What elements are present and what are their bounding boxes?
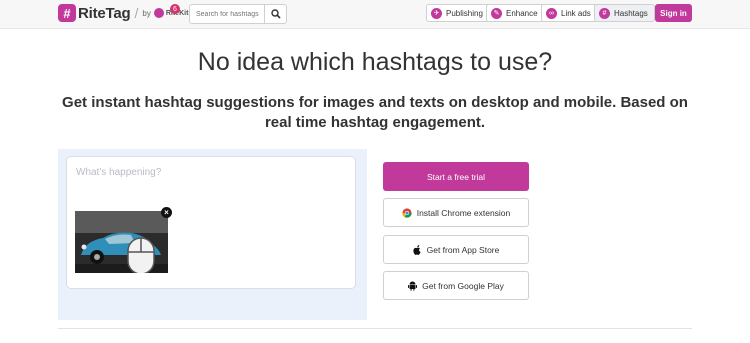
search-icon bbox=[270, 9, 281, 19]
nav-link-ads[interactable]: ∞ Link ads bbox=[541, 4, 598, 22]
hashtag-logo-icon: # bbox=[58, 4, 76, 22]
by-label: by bbox=[142, 8, 151, 18]
section-divider bbox=[58, 328, 692, 329]
ritetag-logo[interactable]: # RiteTag / by RiteKit bbox=[58, 4, 188, 22]
google-play-label: Get from Google Play bbox=[422, 280, 504, 291]
install-chrome-button[interactable]: Install Chrome extension bbox=[383, 198, 529, 227]
logo-text: RiteTag bbox=[78, 4, 131, 22]
notification-badge[interactable]: 6 bbox=[170, 4, 180, 14]
remove-image-icon[interactable]: × bbox=[161, 207, 172, 218]
install-chrome-label: Install Chrome extension bbox=[416, 207, 511, 218]
start-free-trial-label: Start a free trial bbox=[426, 171, 486, 182]
nav-link-ads-label: Link ads bbox=[561, 8, 591, 18]
link-ads-icon: ∞ bbox=[546, 7, 557, 19]
search-input[interactable] bbox=[190, 5, 264, 23]
nav-enhance-label: Enhance bbox=[506, 8, 538, 18]
hashtags-icon: # bbox=[599, 7, 610, 19]
start-free-trial-button[interactable]: Start a free trial bbox=[383, 162, 529, 191]
search-box bbox=[189, 4, 287, 24]
logo-separator: / bbox=[134, 5, 139, 21]
search-button[interactable] bbox=[264, 5, 286, 23]
app-store-button[interactable]: Get from App Store bbox=[383, 235, 529, 264]
top-navbar: # RiteTag / by RiteKit 6 ✈ Publishing ✎ … bbox=[0, 0, 750, 29]
page-title: No idea which hashtags to use? bbox=[197, 48, 553, 76]
nav-hashtags[interactable]: # Hashtags bbox=[594, 4, 655, 22]
nav-publishing-label: Publishing bbox=[446, 8, 483, 18]
nav-enhance[interactable]: ✎ Enhance bbox=[486, 4, 545, 22]
attached-image bbox=[75, 211, 168, 273]
mouse-cursor-icon bbox=[127, 237, 155, 273]
chrome-icon bbox=[402, 207, 412, 218]
android-icon bbox=[408, 281, 418, 291]
publishing-icon: ✈ bbox=[431, 7, 442, 19]
compose-box[interactable]: What's happening? × bbox=[66, 156, 356, 289]
page-subtitle: Get instant hashtag suggestions for imag… bbox=[62, 94, 688, 131]
google-play-button[interactable]: Get from Google Play bbox=[383, 271, 529, 300]
ritekit-flower-icon bbox=[153, 8, 164, 18]
app-store-label: Get from App Store bbox=[426, 244, 500, 255]
nav-publishing[interactable]: ✈ Publishing bbox=[426, 4, 490, 22]
enhance-icon: ✎ bbox=[491, 7, 502, 19]
sign-in-button[interactable]: Sign in bbox=[655, 4, 692, 22]
apple-icon bbox=[412, 244, 422, 255]
compose-placeholder: What's happening? bbox=[76, 167, 162, 178]
nav-hashtags-label: Hashtags bbox=[614, 8, 648, 18]
demo-panel: What's happening? × bbox=[58, 149, 367, 320]
